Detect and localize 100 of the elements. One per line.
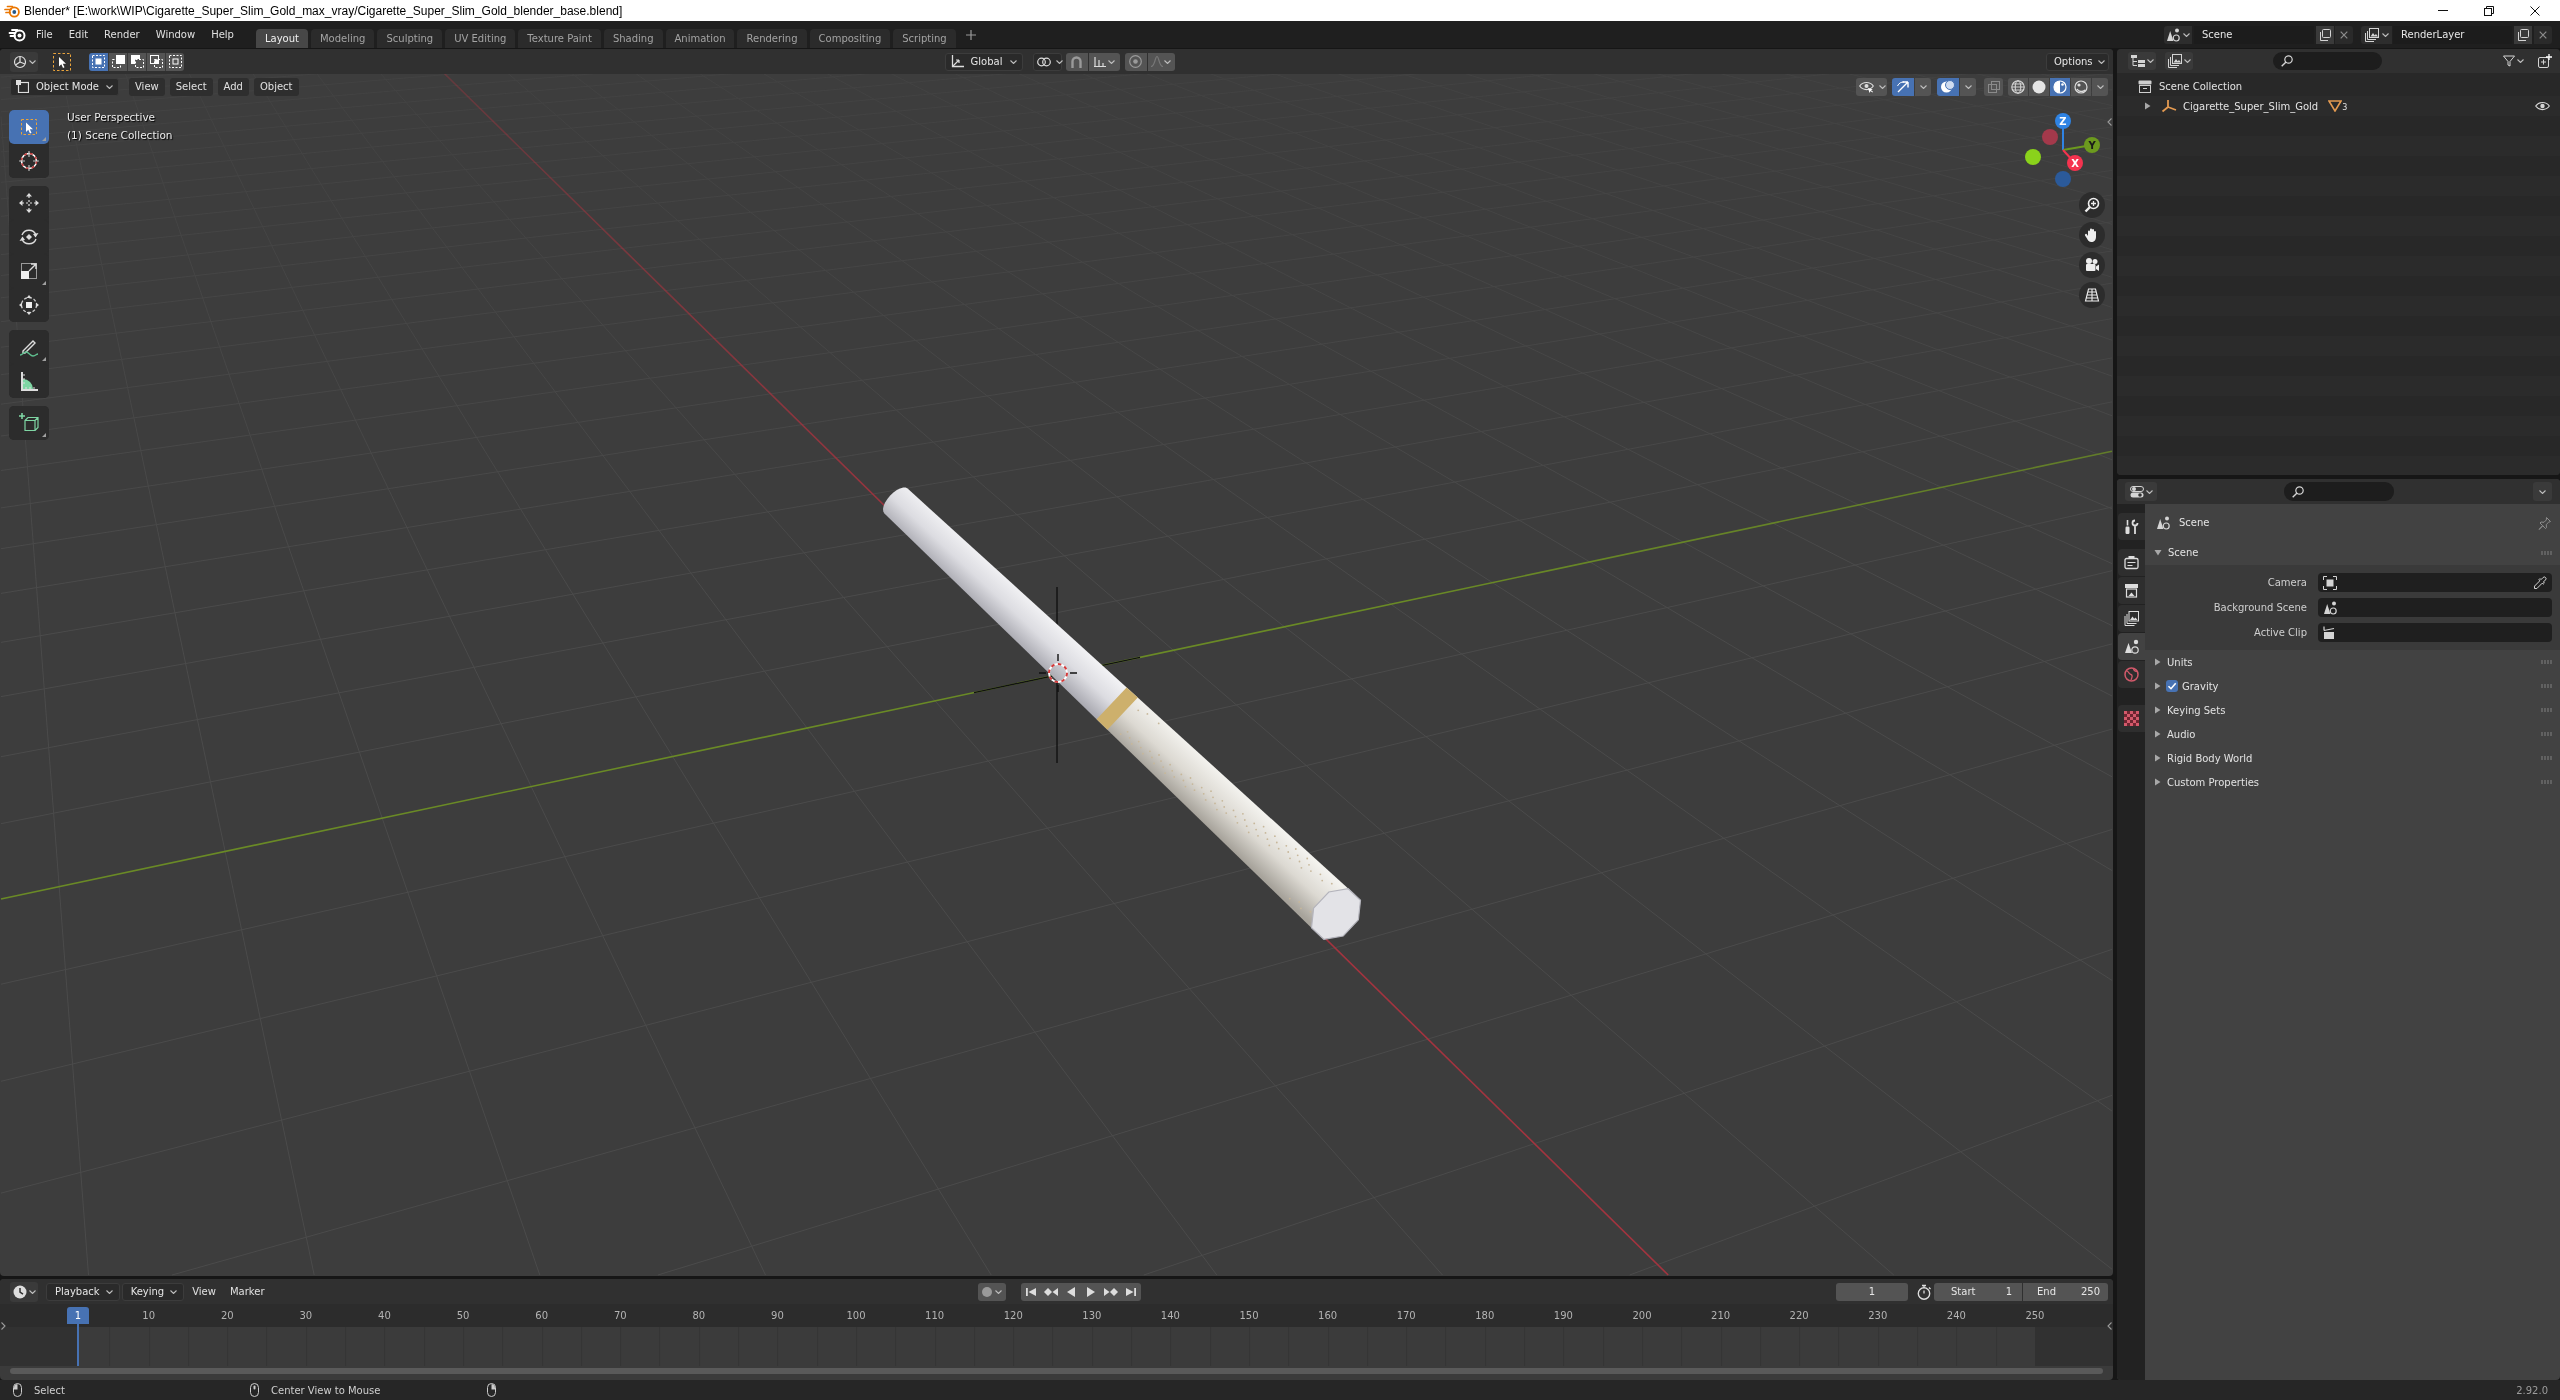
annotate-tool-button[interactable]: [9, 330, 49, 364]
box-plus-icon[interactable]: [2538, 54, 2552, 68]
playhead[interactable]: 1: [67, 1307, 89, 1366]
restore-icon[interactable]: [2484, 5, 2494, 16]
properties-tab[interactable]: [2118, 513, 2145, 540]
panel-title[interactable]: Scene: [2168, 547, 2199, 558]
hand-icon[interactable]: [2079, 222, 2105, 248]
collapsed-triangle-icon[interactable]: [2144, 102, 2151, 110]
menu-dropdown[interactable]: Playback: [46, 1282, 120, 1301]
selection-mode-button[interactable]: [127, 52, 146, 71]
selection-mode-button[interactable]: [89, 52, 108, 71]
eyedropper-icon[interactable]: [2533, 575, 2547, 590]
start-frame-field[interactable]: Start 1: [1934, 1282, 2022, 1301]
object-name[interactable]: Cigarette_Super_Slim_Gold: [2183, 100, 2319, 112]
workspace-tab[interactable]: Sculpting: [377, 29, 443, 48]
search-field[interactable]: [2283, 482, 2394, 501]
options-button[interactable]: [2533, 482, 2552, 501]
end-frame-field[interactable]: End 250: [2023, 1282, 2108, 1301]
axis-handle[interactable]: Z: [2055, 113, 2071, 151]
menu-item[interactable]: File: [28, 24, 61, 45]
proportional-editing-toggle[interactable]: [1124, 52, 1147, 71]
menu-item[interactable]: Edit: [60, 24, 97, 45]
gizmo-toggle[interactable]: [1892, 77, 1914, 96]
panel-title[interactable]: Custom Properties: [2167, 776, 2260, 788]
collapsed-triangle-icon[interactable]: [2154, 730, 2161, 738]
axis-ball-icon[interactable]: [2025, 149, 2041, 165]
mode-dropdown[interactable]: Object Mode: [10, 77, 119, 96]
scene-field[interactable]: [2318, 598, 2552, 617]
panel-title[interactable]: Rigid Body World: [2167, 752, 2253, 764]
playback-button[interactable]: [1120, 1282, 1141, 1301]
select-box-tool-button[interactable]: [9, 110, 49, 144]
region-toggle-icon[interactable]: [1, 1322, 6, 1330]
auto-keying-button[interactable]: [977, 1282, 1006, 1301]
properties-tab[interactable]: [2118, 605, 2145, 632]
workspace-tab[interactable]: Animation: [665, 29, 735, 48]
panel-title[interactable]: Audio: [2167, 728, 2196, 740]
current-frame-field[interactable]: 1: [1836, 1282, 1908, 1301]
menu-item[interactable]: Render: [96, 24, 148, 45]
panel-title[interactable]: Keying Sets: [2167, 704, 2226, 716]
selection-mode-button[interactable]: [165, 52, 184, 71]
panel-title[interactable]: Units: [2167, 656, 2193, 668]
horizontal-scrollbar[interactable]: [10, 1368, 2103, 1374]
panel-title[interactable]: Gravity: [2182, 680, 2219, 692]
add-cube-tool-button[interactable]: [9, 406, 49, 440]
clip-field[interactable]: [2318, 623, 2552, 642]
search-field[interactable]: [2273, 52, 2382, 70]
shading-mode-button[interactable]: [2071, 77, 2091, 96]
collection-name[interactable]: Scene Collection: [2159, 80, 2243, 92]
shading-mode-button[interactable]: [2050, 77, 2070, 96]
editor-type-button[interactable]: [10, 1281, 38, 1302]
unlink-button[interactable]: [2335, 25, 2353, 44]
workspace-tab[interactable]: Compositing: [809, 29, 891, 48]
falloff-dropdown[interactable]: [1147, 52, 1175, 71]
collapsed-triangle-icon[interactable]: [2154, 706, 2161, 714]
collapsed-triangle-icon[interactable]: [2154, 658, 2161, 666]
menu-item[interactable]: Help: [203, 24, 242, 45]
menu-button[interactable]: View: [129, 77, 165, 96]
workspace-tab[interactable]: Layout: [255, 29, 308, 48]
perspective-grid-icon[interactable]: [2079, 282, 2105, 308]
menu-item[interactable]: Window: [147, 24, 204, 45]
camera-field[interactable]: [2318, 573, 2552, 592]
pin-icon[interactable]: [2538, 515, 2552, 530]
workspace-tab[interactable]: Texture Paint: [518, 29, 601, 48]
shading-mode-button[interactable]: [2029, 77, 2049, 96]
drag-handle-icon[interactable]: [2541, 550, 2552, 555]
selection-mode-button[interactable]: [146, 52, 165, 71]
expanded-triangle-icon[interactable]: [2154, 549, 2162, 556]
playback-button[interactable]: [1020, 1282, 1041, 1301]
blender-logo-icon[interactable]: [8, 27, 26, 42]
properties-tab[interactable]: [2118, 549, 2145, 576]
axis-handle[interactable]: Y: [2062, 137, 2100, 153]
workspace-tab[interactable]: UV Editing: [445, 29, 516, 48]
view-layer-browse-button[interactable]: [2361, 25, 2392, 44]
workspace-tab[interactable]: Rendering: [737, 29, 807, 48]
menu-button[interactable]: View: [186, 1282, 222, 1301]
properties-tab[interactable]: [2118, 577, 2145, 604]
sidebar-toggle-icon[interactable]: [2107, 118, 2112, 126]
workspace-tab[interactable]: Modeling: [310, 29, 375, 48]
workspace-tab[interactable]: Scripting: [893, 29, 956, 48]
stopwatch-icon[interactable]: [1916, 1283, 1932, 1300]
3d-cursor-icon[interactable]: [1038, 653, 1078, 693]
visibility-dropdown[interactable]: [1856, 77, 1887, 96]
shading-mode-button[interactable]: [2008, 77, 2028, 96]
duplicate-button[interactable]: [2316, 25, 2334, 44]
editor-type-button[interactable]: [2128, 52, 2156, 70]
keyframe-track-area[interactable]: [0, 1327, 2113, 1366]
menu-button[interactable]: Add: [217, 77, 249, 96]
options-dropdown[interactable]: Options: [2046, 52, 2109, 71]
unlink-button[interactable]: [2534, 25, 2552, 44]
plus-icon[interactable]: [965, 29, 976, 40]
workspace-tab[interactable]: Shading: [603, 29, 663, 48]
menu-dropdown[interactable]: Keying: [121, 1282, 185, 1301]
display-mode-button[interactable]: [2165, 52, 2193, 70]
orientation-dropdown[interactable]: Global: [944, 52, 1023, 71]
eye-icon[interactable]: [2535, 101, 2550, 111]
properties-tab[interactable]: [2118, 633, 2145, 660]
overlays-toggle[interactable]: [1937, 77, 1959, 96]
editor-type-button[interactable]: [2125, 482, 2157, 501]
menu-button[interactable]: Select: [169, 77, 213, 96]
snap-target-dropdown[interactable]: [1088, 52, 1120, 71]
